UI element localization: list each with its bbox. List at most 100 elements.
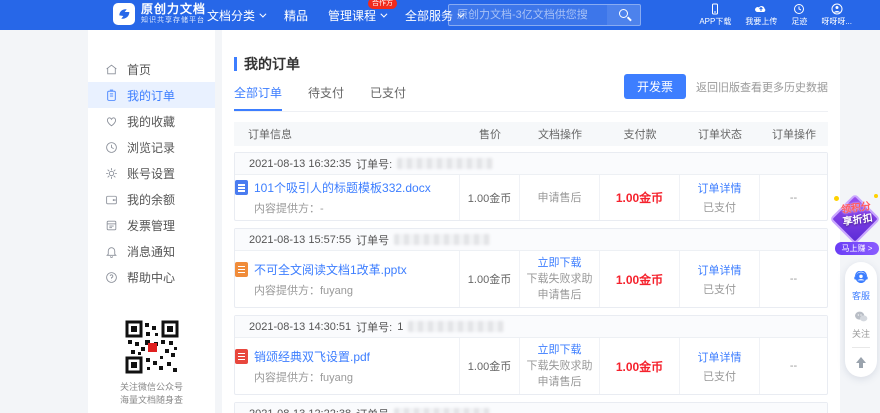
upload[interactable]: 我要上传	[745, 3, 777, 27]
sidebar-item-balance[interactable]: 我的余额	[88, 186, 215, 212]
order-meta-row: 2021-08-13 16:32:35 订单号:	[235, 153, 827, 175]
paid-amount: 1.00金币	[615, 191, 664, 205]
col-doc-actions: 文档操作	[538, 129, 582, 141]
nav-item-label: 精品	[284, 8, 309, 23]
price-value: 1.00金币	[467, 361, 512, 373]
order-datetime: 2021-08-13 12:22:38	[249, 408, 351, 413]
tab-all-orders[interactable]: 全部订单	[234, 84, 283, 111]
sidebar-item-help-center[interactable]: 帮助中心	[88, 264, 215, 290]
back-to-top-button[interactable]	[854, 355, 868, 369]
order-meta-row: 2021-08-13 15:57:55 订单号	[235, 229, 827, 251]
bell-icon	[106, 246, 117, 258]
qr-caption-line1: 关注微信公众号	[119, 382, 183, 392]
nav-right-label: 我要上传	[745, 17, 778, 26]
order-detail-link[interactable]: 订单详情	[698, 349, 742, 365]
sidebar-item-home[interactable]: 首页	[88, 56, 215, 82]
username: 呀呀呀...	[821, 17, 852, 26]
phone-icon	[712, 3, 719, 15]
page: 原创力文档 知识共享存储平台 文档分类 精品 管理课程 合作方 全部服务 原创力…	[0, 0, 880, 413]
search-bar	[448, 4, 641, 26]
logo-subtitle: 知识共享存储平台	[141, 17, 205, 24]
sidebar-item-invoices[interactable]: 发票管理	[88, 212, 215, 238]
sidebar-item-label: 我的余额	[127, 192, 176, 207]
customer-service-button[interactable]: 客服	[852, 271, 870, 302]
sidebar-item-history[interactable]: 浏览记录	[88, 134, 215, 160]
sidebar-item-label: 我的订单	[127, 88, 176, 103]
footprints[interactable]: 足迹	[791, 3, 807, 27]
download-now-link[interactable]: 立即下载	[538, 342, 582, 358]
order-row: 不可全文阅读文档1改革.pptx 内容提供方：fuyang 1.00金币 立即下…	[235, 251, 827, 307]
after-sales-link[interactable]: 申请售后	[538, 374, 582, 390]
sidebar-item-account-settings[interactable]: 账号设置	[88, 160, 215, 186]
order-datetime: 2021-08-13 16:32:35	[249, 157, 352, 170]
sidebar-item-notifications[interactable]: 消息通知	[88, 238, 215, 264]
document-link[interactable]: 不可全文阅读文档1改革.pptx	[254, 261, 407, 278]
wechat-icon	[854, 311, 868, 322]
order-block: 2021-08-13 12:22:38 订单号 新建测试文件22.doc 内容提…	[234, 402, 828, 413]
nav-item-premium[interactable]: 精品	[284, 7, 308, 24]
tab-unpaid[interactable]: 待支付	[308, 84, 344, 111]
user-account[interactable]: 呀呀呀...	[821, 3, 852, 27]
order-no-label: 订单号	[356, 406, 389, 413]
after-sales-link[interactable]: 申请售后	[538, 190, 582, 206]
nav-item-label: 文档分类	[207, 8, 256, 23]
headset-icon	[854, 271, 868, 283]
page-title-text: 我的订单	[244, 56, 300, 72]
col-order-actions: 订单操作	[772, 129, 816, 141]
order-list: 2021-08-13 16:32:35 订单号: 101个吸引人的标题模板332…	[234, 152, 828, 413]
nav-right-label: 足迹	[791, 17, 808, 26]
content-provider: 内容提供方：-	[254, 203, 324, 215]
partner-badge: 合作方	[368, 0, 398, 9]
sidebar-item-label: 账号设置	[127, 166, 176, 181]
download-help-link[interactable]: 下载失败求助	[527, 271, 593, 287]
app-download[interactable]: APP下载	[699, 3, 731, 27]
nav-right-group: APP下载 我要上传 足迹 呀呀呀...	[699, 0, 852, 30]
order-datetime: 2021-08-13 15:57:55	[249, 233, 352, 246]
paid-amount: 1.00金币	[615, 272, 664, 287]
gear-icon	[106, 167, 117, 179]
legacy-version-link[interactable]: 返回旧版查看更多历史数据	[696, 79, 828, 95]
order-detail-link[interactable]: 订单详情	[698, 262, 742, 278]
status-badge: 已支付	[703, 202, 736, 214]
document-link[interactable]: 101个吸引人的标题模板332.docx	[254, 179, 431, 196]
status-badge: 已支付	[703, 283, 736, 296]
invoice-button[interactable]: 开发票	[623, 74, 686, 99]
order-row: 101个吸引人的标题模板332.docx 内容提供方：- 1.00金币 申请售后…	[235, 175, 827, 220]
history-icon	[794, 4, 805, 14]
qr-code	[124, 320, 179, 374]
decor-dot	[874, 194, 878, 198]
nav-item-courses[interactable]: 管理课程 合作方	[328, 0, 398, 24]
main-content: 我的订单 全部订单 待支付 已支付 开发票 返回旧版查看更多历史数据 订单信息 …	[222, 30, 840, 413]
sidebar-item-my-orders[interactable]: 我的订单	[88, 82, 215, 108]
table-header: 订单信息 售价 文档操作 支付款 订单状态 订单操作	[234, 122, 828, 146]
pdf-file-icon	[235, 348, 248, 364]
earn-now-button[interactable]: 马上赚 >	[835, 242, 879, 255]
order-detail-link[interactable]: 订单详情	[698, 180, 742, 196]
col-order-status: 订单状态	[698, 129, 742, 141]
nav-item-label: 全部服务	[405, 8, 454, 23]
sidebar-item-label: 浏览记录	[127, 140, 176, 155]
order-block: 2021-08-13 15:57:55 订单号 不可全文阅读文档1改革.pptx…	[234, 228, 828, 308]
sidebar-item-label: 发票管理	[127, 218, 176, 233]
word-file-icon	[235, 180, 248, 195]
col-price: 售价	[479, 129, 501, 141]
follow-button[interactable]: 关注	[852, 309, 870, 340]
search-button[interactable]	[607, 5, 640, 25]
tab-paid[interactable]: 已支付	[370, 84, 406, 111]
download-now-link[interactable]: 立即下载	[538, 255, 582, 271]
sidebar-item-favorites[interactable]: 我的收藏	[88, 108, 215, 134]
site-logo[interactable]: 原创力文档 知识共享存储平台	[113, 3, 206, 25]
heart-icon	[106, 116, 117, 126]
content-provider: 内容提供方：fuyang	[254, 371, 354, 384]
download-help-link[interactable]: 下载失败求助	[527, 358, 593, 374]
search-input[interactable]	[449, 5, 607, 25]
nav-item-categories[interactable]: 文档分类	[207, 7, 267, 24]
order-no-label: 订单号:	[356, 158, 393, 171]
document-link[interactable]: 销颂经典双飞设置.pdf	[254, 348, 370, 365]
status-badge: 已支付	[703, 370, 736, 383]
paid-amount: 1.00金币	[615, 359, 664, 374]
order-no-label: 订单号:	[356, 321, 393, 334]
after-sales-link[interactable]: 申请售后	[538, 287, 582, 303]
order-datetime: 2021-08-13 14:30:51	[249, 320, 352, 333]
nav-menu: 文档分类 精品 管理课程 合作方 全部服务	[207, 0, 465, 30]
